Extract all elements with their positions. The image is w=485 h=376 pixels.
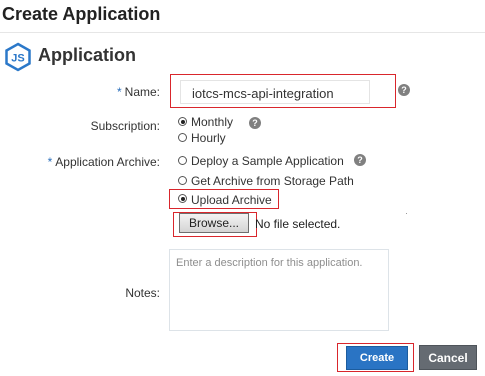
archive-storage-path-radio[interactable] [178, 176, 187, 185]
archive-label: * Application Archive: [48, 155, 160, 169]
notes-textarea[interactable] [169, 249, 389, 331]
help-icon[interactable]: ? [354, 154, 366, 166]
name-label-text: Name: [124, 85, 160, 99]
section-title: Application [38, 45, 136, 65]
archive-storage-path-label[interactable]: Get Archive from Storage Path [191, 174, 354, 188]
browse-button[interactable]: Browse... [179, 213, 249, 233]
title-divider [0, 32, 485, 33]
subscription-label: Subscription: [90, 119, 160, 133]
archive-deploy-sample-label[interactable]: Deploy a Sample Application [191, 154, 344, 168]
divider-dot [406, 213, 407, 214]
archive-deploy-sample-radio[interactable] [178, 156, 187, 165]
subscription-hourly-radio[interactable] [178, 133, 187, 142]
required-marker: * [116, 85, 122, 99]
file-status: No file selected. [255, 217, 341, 231]
archive-upload-radio[interactable] [178, 194, 187, 203]
help-icon[interactable]: ? [249, 117, 261, 129]
subscription-monthly-radio[interactable] [178, 117, 187, 126]
name-label: * Name: [117, 85, 160, 99]
help-icon[interactable]: ? [398, 84, 410, 96]
create-button[interactable]: Create [346, 346, 408, 370]
subscription-monthly-label[interactable]: Monthly [191, 115, 233, 129]
archive-upload-label[interactable]: Upload Archive [191, 193, 272, 207]
svg-text:JS: JS [11, 53, 24, 65]
required-marker: * [47, 155, 53, 169]
subscription-hourly-label[interactable]: Hourly [191, 131, 226, 145]
cancel-button[interactable]: Cancel [419, 345, 477, 370]
notes-label: Notes: [125, 286, 160, 300]
archive-label-text: Application Archive: [55, 155, 160, 169]
page-title: Create Application [2, 4, 161, 24]
nodejs-logo-icon: JS [5, 42, 31, 72]
name-input[interactable] [180, 80, 370, 104]
